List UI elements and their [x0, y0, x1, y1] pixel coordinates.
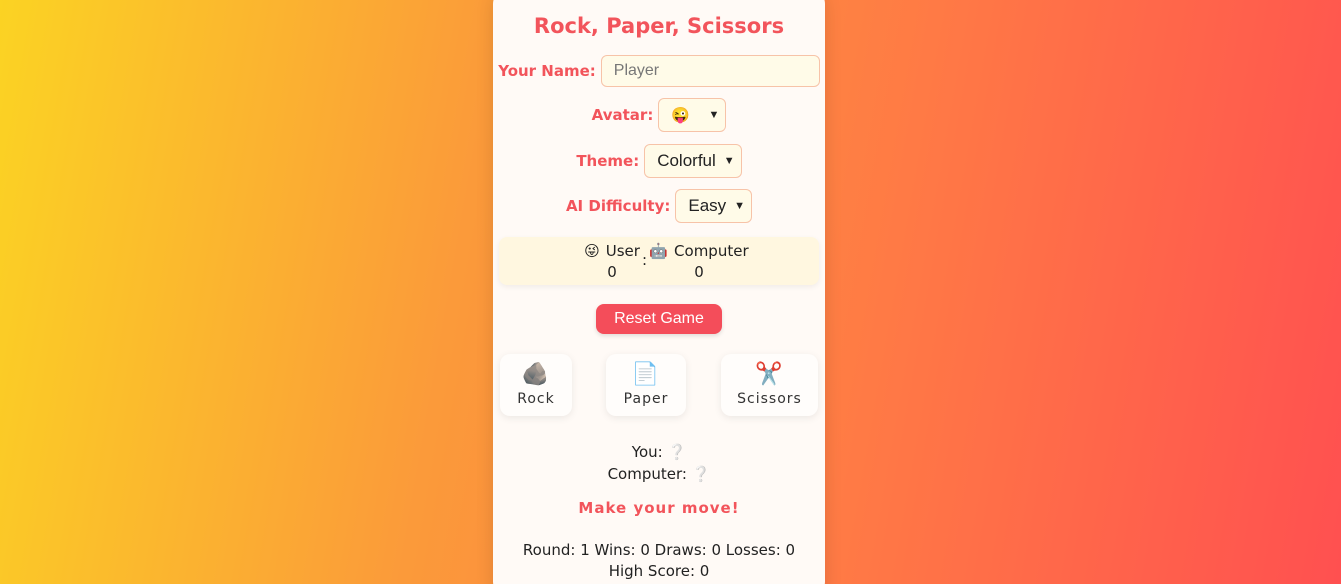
- your-choice-line: You: ❔: [493, 443, 825, 461]
- question-icon: ❔: [667, 443, 687, 461]
- name-row: Your Name: Player: [493, 55, 825, 87]
- rock-label: Rock: [517, 391, 555, 407]
- scissors-button[interactable]: ✂️ Scissors: [721, 354, 818, 416]
- user-score-block: 😜 User 0: [577, 241, 647, 283]
- question-icon: ❔: [691, 465, 711, 483]
- scoreboard: 😜 User 0 : 🤖 Computer 0: [499, 237, 819, 285]
- theme-label: Theme:: [576, 152, 640, 170]
- chevron-down-icon: ▼: [708, 109, 720, 121]
- name-placeholder: Player: [613, 62, 660, 79]
- chevron-down-icon: ▼: [734, 200, 746, 212]
- difficulty-label: AI Difficulty:: [565, 197, 671, 215]
- theme-row: Theme: Colorful ▼: [493, 144, 825, 178]
- theme-value: Colorful: [657, 151, 716, 170]
- rock-button[interactable]: 🪨 Rock: [500, 354, 572, 416]
- chevron-down-icon: ▼: [723, 155, 735, 167]
- paper-label: Paper: [623, 391, 669, 407]
- name-input[interactable]: Player: [600, 55, 820, 87]
- avatar-label: Avatar:: [591, 106, 654, 124]
- paper-button[interactable]: 📄 Paper: [606, 354, 686, 416]
- name-label: Your Name:: [498, 62, 596, 80]
- difficulty-row: AI Difficulty: Easy ▼: [493, 189, 825, 223]
- stats-line: Round: 1 Wins: 0 Draws: 0 Losses: 0 High…: [522, 541, 796, 580]
- reset-game-button[interactable]: Reset Game: [596, 304, 722, 334]
- computer-choice-line: Computer: ❔: [493, 465, 825, 483]
- scissors-label: Scissors: [737, 391, 802, 407]
- computer-choice-label: Computer:: [607, 465, 687, 483]
- theme-select[interactable]: Colorful ▼: [644, 144, 742, 178]
- robot-icon: 🤖: [649, 242, 669, 260]
- difficulty-value: Easy: [688, 196, 727, 215]
- paper-icon: 📄: [631, 362, 661, 387]
- status-message: Make your move!: [578, 499, 740, 517]
- avatar-select[interactable]: 😜 ▼: [658, 98, 727, 132]
- rock-icon: 🪨: [521, 362, 551, 387]
- computer-score-block: 🤖 Computer 0: [649, 241, 749, 283]
- game-card: Rock, Paper, Scissors Your Name: Player …: [493, 0, 825, 584]
- difficulty-select[interactable]: Easy ▼: [675, 189, 753, 223]
- score-separator: :: [642, 251, 648, 269]
- avatar-row: Avatar: 😜 ▼: [493, 98, 825, 132]
- you-label: You:: [631, 443, 663, 461]
- page-title: Rock, Paper, Scissors: [533, 14, 785, 38]
- user-avatar-icon: 😜: [584, 242, 600, 260]
- computer-score: 0: [694, 263, 704, 281]
- user-label: User: [605, 242, 640, 260]
- user-score: 0: [607, 263, 617, 281]
- computer-label: Computer: [674, 242, 749, 260]
- avatar-emoji: 😜: [671, 107, 691, 124]
- scissors-icon: ✂️: [755, 362, 784, 387]
